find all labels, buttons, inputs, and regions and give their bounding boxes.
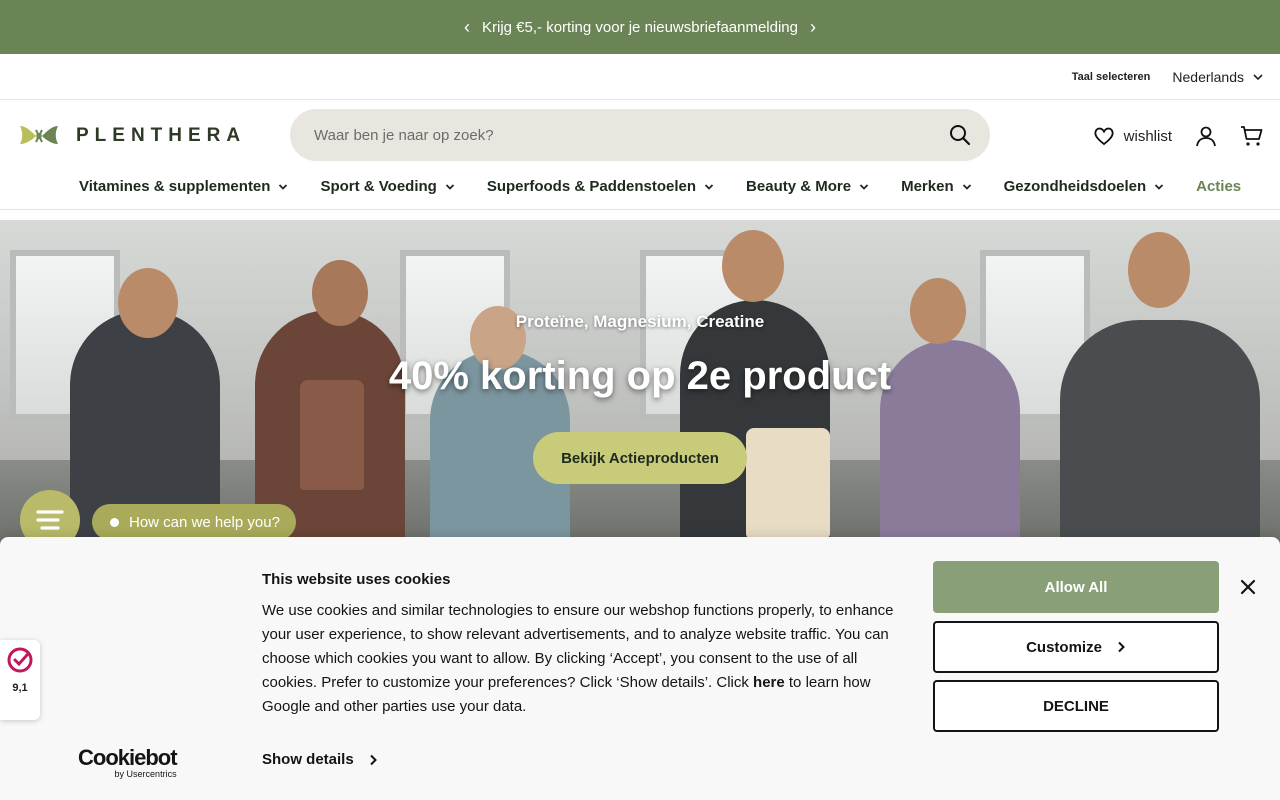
customize-button[interactable]: Customize [933,621,1219,673]
wishlist-link[interactable]: wishlist [1092,124,1172,148]
chevron-down-icon [704,183,714,190]
nav-label: Gezondheidsdoelen [1003,178,1147,195]
chevron-right-icon [1118,641,1125,653]
hero-person-head [722,230,784,302]
nav-item-acties[interactable]: Acties [1196,172,1241,195]
chat-bubble-text: How can we help you? [129,513,280,531]
leaf-logo-icon [20,126,58,144]
nav-item-vitamines[interactable]: Vitamines & supplementen [79,172,288,195]
product-pouch [746,428,830,538]
language-selected: Nederlands [1172,68,1244,85]
search-input[interactable] [314,126,948,144]
heart-icon [1094,127,1114,146]
hero-person-head [1128,232,1190,308]
cookiebot-logo: Cookiebot by Usercentrics [78,745,178,779]
chevron-down-icon [279,183,288,190]
nav-label: Superfoods & Paddenstoelen [486,178,697,195]
nav-label: Beauty & More [746,178,852,195]
cookie-text: We use cookies and similar technologies … [262,599,912,719]
logo[interactable]: PLENTHERA [16,122,290,150]
nav-label: Vitamines & supplementen [79,178,271,195]
site-header: PLENTHERA wishlist [0,100,1280,172]
cookie-title: This website uses cookies [262,571,451,588]
close-icon[interactable] [1238,577,1258,597]
trust-score: 9,1 [12,682,28,694]
chevron-right-icon[interactable]: › [810,18,816,36]
nav-label: Sport & Voeding [320,178,437,195]
search-bar [290,109,990,161]
chevron-down-icon [859,183,869,190]
chevron-down-icon [962,183,971,190]
hero-cta-button[interactable]: Bekijk Actieproducten [533,432,747,484]
nav-item-gezondheidsdoelen[interactable]: Gezondheidsdoelen [1004,172,1165,195]
cookie-banner: Cookiebot by Usercentrics This website u… [0,537,1280,800]
chat-menu-icon [36,510,64,530]
announcement-text[interactable]: Krijg €5,- korting voor je nieuwsbriefaa… [482,19,798,36]
allow-all-button[interactable]: Allow All [933,561,1219,613]
wishlist-label: wishlist [1123,127,1172,145]
search-icon[interactable] [948,123,972,147]
hero-person-head [910,278,966,344]
chevron-down-icon [445,183,454,190]
nav-item-sport[interactable]: Sport & Voeding [320,172,454,195]
hero-subtitle: Proteïne, Magnesium, Creatine [515,312,765,331]
chat-bubble[interactable]: How can we help you? [92,504,296,540]
chevron-right-icon [369,754,377,765]
main-nav: Vitamines & supplementen Sport & Voeding… [0,172,1280,210]
account-icon[interactable] [1194,124,1218,148]
chevron-down-icon [1253,73,1263,80]
nav-item-beauty[interactable]: Beauty & More [746,172,869,195]
announcement-bar: ‹ Krijg €5,- korting voor je nieuwsbrief… [0,0,1280,54]
show-details-link[interactable]: Show details [262,751,378,768]
show-details-label: Show details [262,751,354,768]
customize-label: Customize [1026,638,1102,656]
review-seal-icon [7,647,33,673]
hero-banner: Proteïne, Magnesium, Creatine 40% kortin… [0,220,1280,550]
header-actions: wishlist [1092,100,1264,172]
online-dot-icon [110,517,119,527]
hero-title: 40% korting op 2e product [388,354,892,398]
decline-button[interactable]: DECLINE [933,680,1219,732]
nav-label: Merken [901,178,954,195]
nav-item-merken[interactable]: Merken [901,172,972,195]
nav-item-superfoods[interactable]: Superfoods & Paddenstoelen [487,172,714,195]
cookie-here-link[interactable]: here [753,674,785,691]
chevron-left-icon[interactable]: ‹ [464,18,470,36]
cart-icon[interactable] [1240,124,1264,148]
trust-badge[interactable]: 9,1 [0,640,40,720]
logo-text: PLENTHERA [76,125,247,146]
language-bar: Taal selecteren Nederlands [0,54,1280,100]
cookiebot-brand: Cookiebot [78,745,178,770]
chevron-down-icon [1154,183,1164,190]
language-label: Taal selecteren [1071,70,1151,83]
language-select[interactable]: Nederlands [1172,69,1264,85]
